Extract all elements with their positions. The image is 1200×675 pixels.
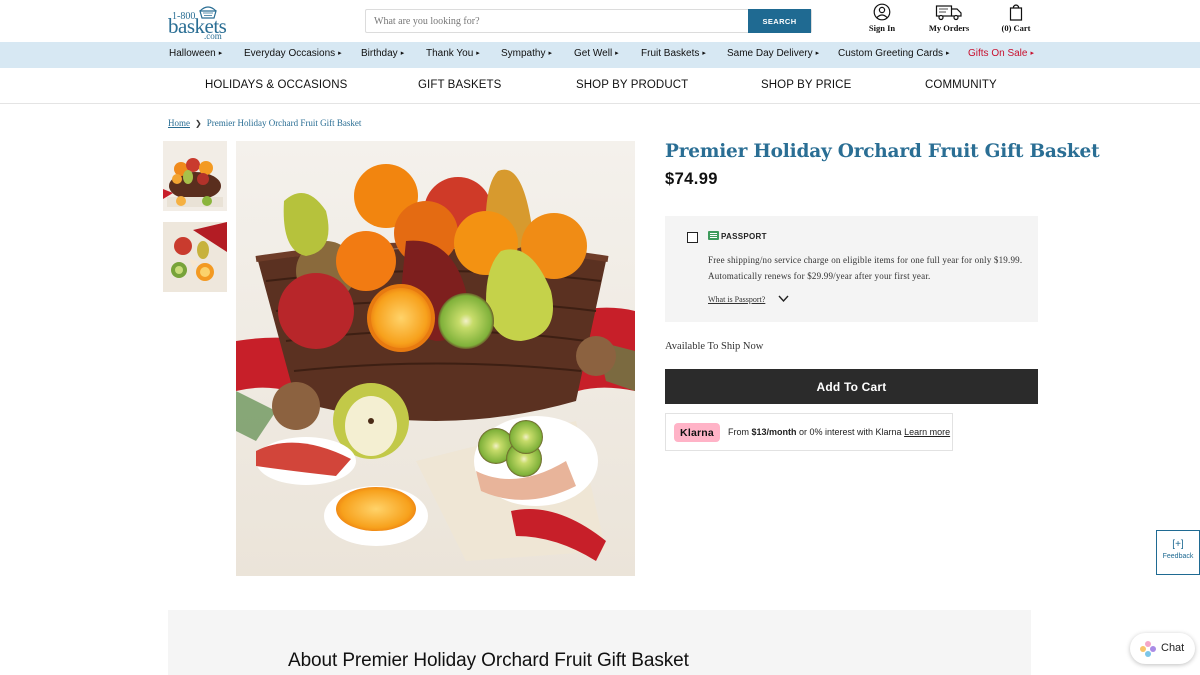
product-thumbnail-1[interactable] bbox=[163, 141, 227, 211]
feedback-tab[interactable]: [+] Feedback bbox=[1156, 530, 1200, 575]
cart-link[interactable]: (0) Cart bbox=[993, 3, 1039, 33]
nav-holidays-occasions[interactable]: HOLIDAYS & OCCASIONS bbox=[205, 79, 347, 91]
arrow-right-icon: ▸ bbox=[946, 50, 950, 57]
category-label: Halloween bbox=[169, 48, 216, 59]
availability-text: Available To Ship Now bbox=[665, 341, 764, 352]
feedback-plus-icon: [+] bbox=[1172, 539, 1184, 550]
truck-icon bbox=[935, 5, 962, 21]
klarna-badge: Klarna bbox=[674, 423, 720, 442]
category-label: Everyday Occasions bbox=[244, 48, 336, 59]
category-birthday[interactable]: Birthday ▸ bbox=[361, 48, 404, 59]
about-heading: About Premier Holiday Orchard Fruit Gift… bbox=[288, 650, 689, 671]
arrow-right-icon: ▸ bbox=[702, 50, 706, 57]
klarna-learn-more-link[interactable]: Learn more bbox=[904, 427, 950, 437]
passport-icon bbox=[708, 231, 719, 240]
passport-brand-label: PASSPORT bbox=[721, 232, 767, 241]
klarna-middle: or 0% interest with Klarna bbox=[796, 427, 905, 437]
arrow-right-icon: ▸ bbox=[218, 50, 223, 57]
logo-suffix: .com bbox=[204, 31, 222, 41]
chat-button[interactable]: Chat bbox=[1130, 633, 1195, 664]
breadcrumb: Home ❯ Premier Holiday Orchard Fruit Gift … bbox=[168, 118, 361, 128]
arrow-right-icon: ▸ bbox=[615, 50, 619, 57]
product-thumbnail-2[interactable] bbox=[163, 222, 227, 292]
search-bar: SEARCH bbox=[365, 9, 812, 33]
my-orders-link[interactable]: My Orders bbox=[921, 3, 977, 33]
passport-panel: PASSPORT Free shipping/no service charge… bbox=[665, 216, 1038, 322]
arrow-right-icon: ▸ bbox=[400, 50, 405, 57]
category-label: Fruit Baskets bbox=[641, 48, 700, 59]
add-to-cart-button[interactable]: Add To Cart bbox=[665, 369, 1038, 404]
category-label: Same Day Delivery bbox=[727, 48, 813, 59]
arrow-right-icon: ▸ bbox=[1030, 50, 1034, 57]
cart-label: (0) Cart bbox=[1001, 23, 1031, 33]
category-label: Sympathy bbox=[501, 48, 546, 59]
category-gifts-on-sale[interactable]: Gifts On Sale ▸ bbox=[968, 48, 1034, 59]
nav-gift-baskets[interactable]: GIFT BASKETS bbox=[418, 79, 501, 91]
sign-in-link[interactable]: Sign In bbox=[860, 3, 904, 33]
search-input[interactable] bbox=[366, 10, 749, 32]
passport-description: Free shipping/no service charge on eligi… bbox=[708, 255, 1023, 281]
what-is-passport-link[interactable]: What is Passport? bbox=[708, 295, 765, 304]
sign-in-label: Sign In bbox=[868, 23, 896, 33]
chat-flower-icon bbox=[1140, 641, 1156, 657]
klarna-banner: Klarna From $13/month or 0% interest wit… bbox=[665, 413, 953, 451]
search-button[interactable]: SEARCH bbox=[748, 9, 811, 33]
category-same-day-delivery[interactable]: Same Day Delivery ▸ bbox=[727, 48, 819, 59]
passport-checkbox[interactable] bbox=[687, 232, 698, 243]
arrow-right-icon: ▸ bbox=[338, 50, 342, 57]
site-logo[interactable]: 1-800 baskets .com bbox=[168, 3, 230, 41]
klarna-prefix: From bbox=[728, 427, 752, 437]
category-label: Gifts On Sale bbox=[968, 48, 1028, 59]
category-nav: Halloween ▸ Everyday Occasions ▸ Birthday ▸… bbox=[0, 42, 1200, 68]
chevron-down-icon[interactable] bbox=[778, 294, 789, 303]
arrow-right-icon: ▸ bbox=[476, 50, 480, 57]
main-nav: HOLIDAYS & OCCASIONS GIFT BASKETS SHOP B… bbox=[0, 68, 1200, 104]
category-get-well[interactable]: Get Well ▸ bbox=[574, 48, 619, 59]
feedback-label: Feedback bbox=[1162, 553, 1194, 560]
klarna-text: From $13/month or 0% interest with Klarn… bbox=[728, 427, 950, 437]
product-title: Premier Holiday Orchard Fruit Gift Baske… bbox=[665, 141, 1100, 162]
category-custom-greeting-cards[interactable]: Custom Greeting Cards ▸ bbox=[838, 48, 950, 59]
nav-shop-by-product[interactable]: SHOP BY PRODUCT bbox=[576, 79, 688, 91]
category-label: Thank You bbox=[426, 48, 474, 59]
category-thank-you[interactable]: Thank You ▸ bbox=[426, 48, 480, 59]
category-fruit-baskets[interactable]: Fruit Baskets ▸ bbox=[641, 48, 706, 59]
site-header: 1-800 baskets .com SEARCH Sign In My Ord… bbox=[0, 0, 1200, 42]
shopping-bag-icon bbox=[1009, 4, 1023, 21]
breadcrumb-home[interactable]: Home bbox=[168, 118, 190, 128]
chat-label: Chat bbox=[1161, 642, 1185, 654]
product-main-image[interactable] bbox=[236, 141, 635, 576]
nav-shop-by-price[interactable]: SHOP BY PRICE bbox=[761, 79, 851, 91]
product-price: $74.99 bbox=[665, 170, 718, 188]
klarna-amount: $13/month bbox=[751, 427, 797, 437]
category-label: Birthday bbox=[361, 48, 398, 59]
nav-community[interactable]: COMMUNITY bbox=[925, 79, 997, 91]
category-everyday-occasions[interactable]: Everyday Occasions ▸ bbox=[244, 48, 342, 59]
category-halloween[interactable]: Halloween ▸ bbox=[169, 48, 222, 59]
passport-brand: PASSPORT bbox=[708, 231, 767, 241]
category-label: Get Well bbox=[574, 48, 613, 59]
breadcrumb-separator: ❯ bbox=[195, 119, 202, 128]
my-orders-label: My Orders bbox=[928, 23, 970, 33]
breadcrumb-current[interactable]: Premier Holiday Orchard Fruit Gift Baske… bbox=[207, 118, 362, 128]
arrow-right-icon: ▸ bbox=[815, 50, 820, 57]
category-label: Custom Greeting Cards bbox=[838, 48, 944, 59]
category-sympathy[interactable]: Sympathy ▸ bbox=[501, 48, 552, 59]
arrow-right-icon: ▸ bbox=[548, 50, 552, 57]
about-section: About Premier Holiday Orchard Fruit Gift… bbox=[168, 610, 1031, 675]
user-icon bbox=[873, 3, 891, 21]
